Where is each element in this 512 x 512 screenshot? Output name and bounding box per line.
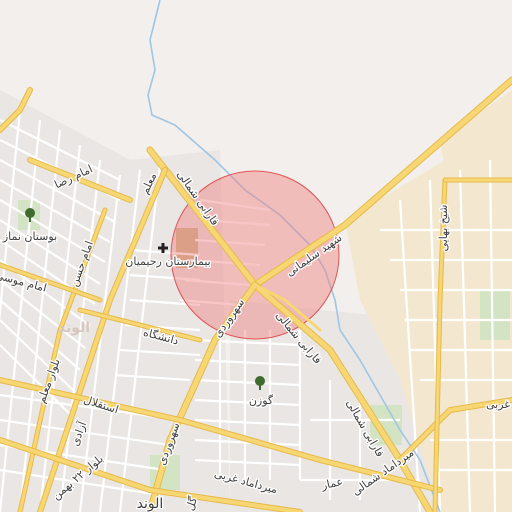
map-canvas[interactable]: الوند امام رضا بوستان نماز امام حسن امام… (0, 0, 512, 512)
park-area-east (480, 290, 510, 340)
street-label-sheikh-bahaei: شیخ بهایی (437, 205, 450, 252)
district-label-alvand: الوند (58, 320, 90, 336)
map-view[interactable]: الوند امام رضا بوستان نماز امام حسن امام… (0, 0, 512, 512)
park-label-namaz: بوستان نماز (2, 230, 57, 243)
label-hospital-rahimian: بیمارستان رحیمیان (125, 255, 210, 268)
town-label-alvand: الوند (137, 496, 164, 512)
label-gozan: گوزن (249, 394, 274, 407)
street-label-gharbi-edge: غربی (486, 398, 510, 411)
